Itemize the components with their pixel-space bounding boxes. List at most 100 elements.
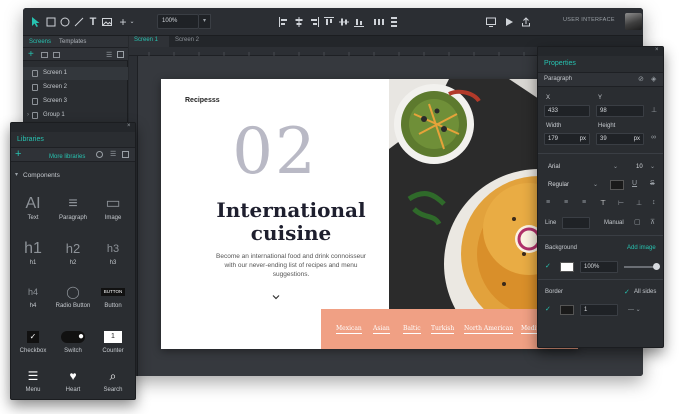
- resize-fixed-icon[interactable]: ▢: [634, 218, 641, 226]
- component-h3[interactable]: h3 h3: [93, 238, 133, 278]
- component-search[interactable]: ⌕ Search: [93, 365, 133, 399]
- text-align-right-icon[interactable]: ≡: [582, 199, 586, 206]
- folder-icon[interactable]: [41, 52, 48, 58]
- component-heart[interactable]: ♥ Heart: [53, 365, 93, 399]
- image-tool-icon[interactable]: [101, 16, 113, 28]
- avatar[interactable]: [625, 13, 642, 30]
- y-input[interactable]: 98: [596, 105, 644, 117]
- ellipse-tool-icon[interactable]: [59, 16, 71, 28]
- text-align-top-icon[interactable]: ⊤: [600, 199, 606, 207]
- site-logo[interactable]: Recipesss: [185, 97, 220, 104]
- tab-screens[interactable]: Screens: [29, 39, 51, 45]
- add-library-icon[interactable]: +: [15, 148, 21, 160]
- nav-link-mexican[interactable]: Mexican: [336, 325, 362, 334]
- close-icon[interactable]: ×: [655, 47, 659, 53]
- grid-view-icon[interactable]: [122, 151, 129, 158]
- strikethrough-icon[interactable]: S: [650, 180, 655, 187]
- more-libraries-link[interactable]: More libraries: [49, 154, 85, 160]
- list-item-screen-1[interactable]: Screen 1: [23, 67, 128, 80]
- component-button[interactable]: BUTTON Button: [93, 281, 133, 321]
- tab-screen-1[interactable]: Screen 1: [134, 37, 158, 43]
- list-item-screen-3[interactable]: Screen 3: [23, 95, 128, 108]
- share-icon[interactable]: [520, 16, 532, 28]
- all-sides-checkbox[interactable]: ✓: [624, 288, 630, 296]
- tab-screen-2[interactable]: Screen 2: [175, 37, 199, 43]
- panel-drag-handle[interactable]: [11, 123, 135, 132]
- pin-icon[interactable]: ⊥: [651, 106, 657, 114]
- headline[interactable]: International cuisine: [161, 199, 421, 245]
- align-center-icon[interactable]: [293, 16, 305, 28]
- height-input[interactable]: 39 px: [596, 133, 644, 145]
- border-width-input[interactable]: 1: [580, 304, 618, 316]
- close-icon[interactable]: ×: [127, 123, 131, 129]
- nav-link-asian[interactable]: Asian: [373, 325, 390, 334]
- pointer-tool-icon[interactable]: [30, 16, 42, 28]
- resize-auto-icon[interactable]: ⊼: [650, 218, 655, 226]
- component-paragraph[interactable]: ≡ Paragraph: [53, 193, 93, 233]
- body-paragraph[interactable]: Become an international food and drink c…: [211, 252, 371, 279]
- list-item-screen-2[interactable]: Screen 2: [23, 81, 128, 94]
- components-section-header[interactable]: Components: [23, 172, 60, 179]
- component-image[interactable]: ▭ Image: [93, 193, 133, 233]
- project-name-label[interactable]: USER INTERFACE: [563, 17, 615, 23]
- align-bottom-icon[interactable]: [353, 16, 365, 28]
- text-align-center-icon[interactable]: ≡: [564, 199, 568, 206]
- list-view-icon[interactable]: ☰: [110, 150, 116, 158]
- add-image-link[interactable]: Add image: [627, 245, 656, 251]
- component-menu[interactable]: ☰ Menu: [13, 365, 53, 399]
- align-top-icon[interactable]: [323, 16, 335, 28]
- x-input[interactable]: 433: [544, 105, 590, 117]
- nav-link-north-american[interactable]: North American: [464, 325, 514, 334]
- component-counter[interactable]: 1 Counter: [93, 326, 133, 366]
- component-radio-button[interactable]: ◯ Radio Button: [53, 281, 93, 321]
- text-color-swatch[interactable]: [610, 180, 624, 190]
- search-icon[interactable]: [96, 151, 103, 158]
- distribute-vertical-icon[interactable]: [388, 16, 400, 28]
- link-icon[interactable]: ∞: [651, 134, 656, 141]
- text-align-left-icon[interactable]: ≡: [546, 199, 550, 206]
- section-number[interactable]: 02: [161, 115, 389, 189]
- component-h1[interactable]: h1 h1: [13, 238, 53, 278]
- border-enabled-checkbox[interactable]: ✓: [545, 305, 551, 313]
- component-checkbox[interactable]: ✓ Checkbox: [13, 326, 53, 366]
- align-middle-icon[interactable]: [338, 16, 350, 28]
- align-left-icon[interactable]: [278, 16, 290, 28]
- visibility-icon[interactable]: ⊘: [638, 75, 644, 83]
- component-text[interactable]: AI Text: [13, 193, 53, 233]
- zoom-dropdown-button[interactable]: ▾: [199, 14, 211, 29]
- add-screen-icon[interactable]: +: [28, 49, 34, 60]
- font-size-select[interactable]: 10 ⌄: [632, 161, 658, 173]
- background-color-swatch[interactable]: [560, 262, 574, 272]
- component-switch[interactable]: ● Switch: [53, 326, 93, 366]
- grid-view-icon[interactable]: [117, 51, 124, 58]
- background-opacity-input[interactable]: 100%: [580, 261, 618, 273]
- height-unit[interactable]: px: [634, 134, 640, 144]
- text-tool-icon[interactable]: T: [87, 16, 99, 28]
- component-h4[interactable]: h4 h4: [13, 281, 53, 321]
- underline-icon[interactable]: U: [632, 180, 637, 187]
- play-icon[interactable]: [503, 16, 515, 28]
- tab-templates[interactable]: Templates: [59, 39, 86, 45]
- font-style-select[interactable]: Regular ⌄: [544, 179, 602, 191]
- border-style-select[interactable]: — ⌄: [624, 304, 648, 316]
- list-view-icon[interactable]: ☰: [106, 51, 112, 59]
- preview-screen-icon[interactable]: [485, 16, 497, 28]
- list-item-group-1[interactable]: › Group 1: [23, 109, 128, 122]
- rectangle-tool-icon[interactable]: [45, 16, 57, 28]
- new-folder-icon[interactable]: [53, 52, 60, 58]
- background-enabled-checkbox[interactable]: ✓: [545, 262, 551, 270]
- text-align-middle-icon[interactable]: ⊢: [618, 199, 624, 207]
- chevron-down-icon[interactable]: ⌄: [126, 16, 138, 28]
- nav-link-baltic[interactable]: Baltic: [403, 325, 421, 334]
- font-family-select[interactable]: Arial ⌄: [544, 161, 622, 173]
- component-h2[interactable]: h2 h2: [53, 238, 93, 278]
- zoom-input[interactable]: 100%: [157, 14, 199, 29]
- line-tool-icon[interactable]: [73, 16, 85, 28]
- width-unit[interactable]: px: [580, 134, 586, 144]
- opacity-slider-handle[interactable]: [653, 263, 660, 270]
- layer-icon[interactable]: ◈: [651, 75, 656, 83]
- nav-link-turkish[interactable]: Turkish: [431, 325, 455, 334]
- border-color-swatch[interactable]: [560, 305, 574, 315]
- chevron-down-icon[interactable]: [272, 293, 280, 301]
- align-right-icon[interactable]: [308, 16, 320, 28]
